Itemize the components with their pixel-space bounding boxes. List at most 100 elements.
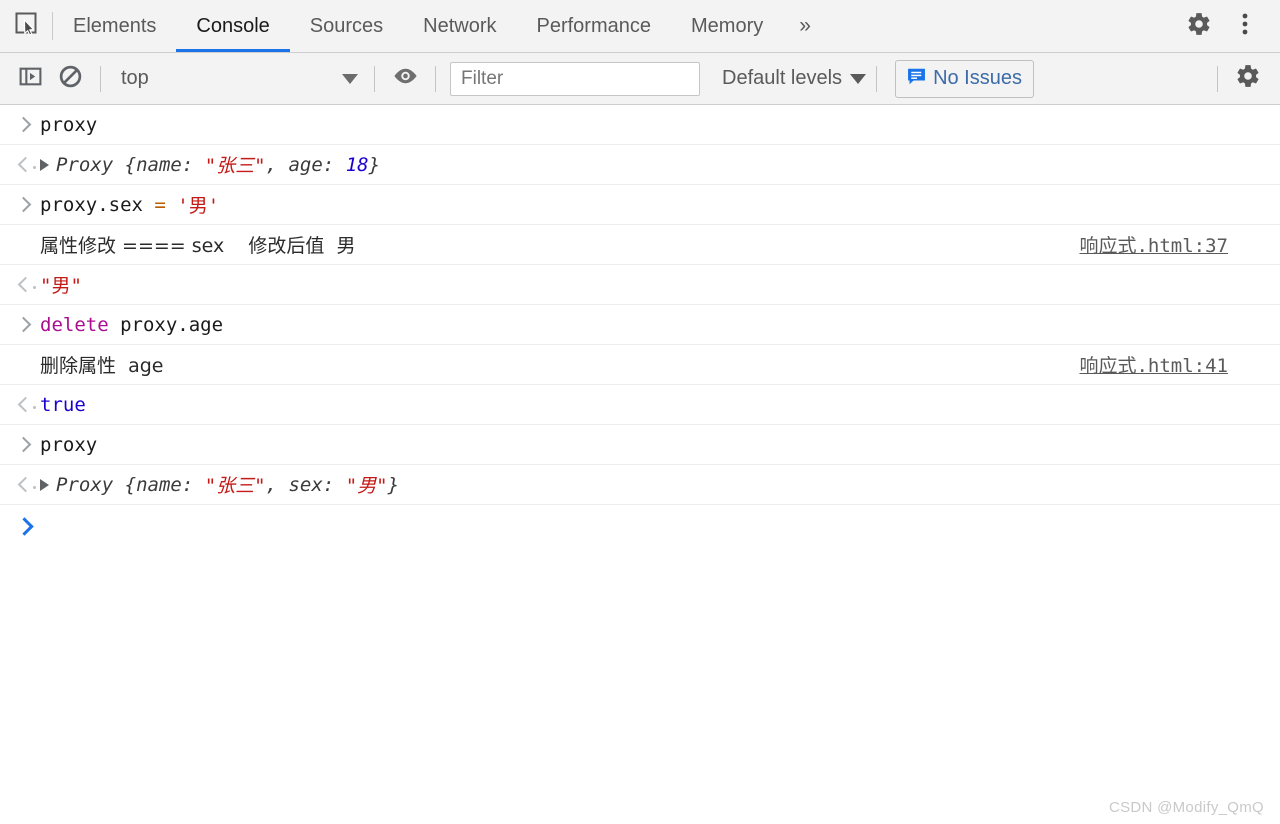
token-num: 18 — [345, 153, 369, 176]
input-arrow-icon — [14, 199, 40, 210]
tabbar-actions — [1175, 0, 1280, 52]
console-input-row[interactable]: delete proxy.age — [0, 305, 1280, 345]
log-levels-label: Default levels — [722, 67, 843, 89]
console-result-row[interactable]: Proxy {name: "张三", age: 18} — [0, 145, 1280, 185]
token-str: "男" — [345, 475, 388, 497]
token-dim: } — [368, 153, 381, 176]
devtools-settings-button[interactable] — [1176, 3, 1222, 49]
prompt-arrow-icon — [14, 520, 40, 533]
console-result-row[interactable]: Proxy {name: "张三", sex: "男"} — [0, 465, 1280, 505]
tab-memory-label: Memory — [691, 14, 764, 37]
output-arrow-icon — [14, 159, 40, 170]
kebab-menu-icon — [1234, 11, 1256, 42]
tab-console[interactable]: Console — [176, 0, 291, 52]
issues-label: No Issues — [933, 67, 1022, 89]
log-levels-dropdown[interactable]: Default levels — [722, 67, 867, 90]
toolbar-divider-4 — [876, 65, 878, 92]
toolbar-divider-1 — [100, 65, 101, 92]
token-plain: proxy — [40, 433, 98, 456]
more-tabs-chevrons-icon: » — [799, 14, 811, 37]
token-dim: , age: — [265, 153, 346, 176]
input-arrow-icon — [14, 119, 40, 130]
console-row-content: proxy — [40, 434, 1280, 456]
console-settings-button[interactable] — [1228, 59, 1268, 99]
output-arrow-icon — [14, 399, 40, 410]
toolbar-divider-5 — [1217, 65, 1218, 92]
tab-sources[interactable]: Sources — [290, 0, 403, 52]
issues-button[interactable]: No Issues — [895, 59, 1034, 98]
clear-console-icon — [58, 64, 83, 94]
panel-tabs: Elements Console Sources Network Perform… — [53, 0, 827, 52]
token-dim: Proxy — [56, 153, 125, 176]
search-input[interactable] — [459, 66, 691, 91]
toolbar-divider-3 — [435, 65, 436, 92]
disclosure-triangle-icon[interactable] — [40, 478, 49, 491]
tab-performance[interactable]: Performance — [517, 0, 672, 52]
token-str: "男" — [40, 275, 82, 297]
output-arrow-icon — [14, 279, 40, 290]
console-row-content: Proxy {name: "张三", sex: "男"} — [40, 471, 1280, 498]
console-result-row[interactable]: true — [0, 385, 1280, 425]
inspect-element-button[interactable] — [0, 0, 52, 52]
console-sidebar-icon — [18, 64, 43, 94]
chevron-down-icon — [850, 73, 867, 84]
input-arrow-icon — [14, 319, 40, 330]
disclosure-triangle-icon[interactable] — [40, 158, 49, 171]
console-input-row[interactable]: proxy — [0, 105, 1280, 145]
console-prompt-row[interactable] — [0, 505, 1280, 547]
toolbar-divider-2 — [374, 65, 375, 92]
log-text: 删除属性 age — [40, 355, 164, 377]
console-log-row[interactable]: 删除属性 age 响应式.html:41 — [0, 345, 1280, 385]
token-plain: proxy — [40, 113, 98, 136]
output-arrow-icon — [14, 479, 40, 490]
tab-memory[interactable]: Memory — [671, 0, 783, 52]
clear-console-button[interactable] — [50, 59, 90, 99]
token-plain: proxy.age — [108, 313, 224, 336]
chevron-down-icon — [342, 73, 358, 84]
issues-message-icon — [907, 67, 926, 91]
console-row-content: delete proxy.age — [40, 314, 1280, 336]
devtools-more-options-button[interactable] — [1222, 3, 1268, 49]
log-text: 属性修改 ==== sex 修改后值 男 — [40, 235, 356, 257]
input-arrow-icon — [14, 439, 40, 450]
gear-icon — [1186, 11, 1212, 42]
console-sidebar-toggle-button[interactable] — [10, 59, 50, 99]
console-row-content: "男" — [40, 271, 1280, 298]
tab-elements-label: Elements — [73, 14, 157, 37]
token-str: "张三" — [204, 155, 266, 177]
tab-performance-label: Performance — [536, 14, 652, 37]
execution-context-selector[interactable]: top — [111, 67, 364, 90]
tab-console-label: Console — [196, 14, 270, 37]
execution-context-label: top — [121, 67, 149, 89]
tab-elements[interactable]: Elements — [53, 0, 176, 52]
gear-icon — [1235, 63, 1261, 94]
console-row-content: proxy — [40, 114, 1280, 136]
tab-network[interactable]: Network — [403, 0, 516, 52]
console-row-content: Proxy {name: "张三", age: 18} — [40, 151, 1280, 178]
console-log-row[interactable]: 属性修改 ==== sex 修改后值 男 响应式.html:37 — [0, 225, 1280, 265]
console-filter-box[interactable] — [450, 61, 700, 96]
tab-sources-label: Sources — [309, 14, 384, 37]
token-bool: true — [40, 393, 86, 416]
console-input-row[interactable]: proxy.sex = '男' — [0, 185, 1280, 225]
console-input-row[interactable]: proxy — [0, 425, 1280, 465]
devtools-tabbar: Elements Console Sources Network Perform… — [0, 0, 1280, 53]
source-location-link[interactable]: 响应式.html:37 — [1079, 231, 1228, 258]
token-dim: {name: — [124, 153, 205, 176]
console-result-row[interactable]: "男" — [0, 265, 1280, 305]
token-dim: } — [387, 473, 400, 496]
tab-network-label: Network — [423, 14, 497, 37]
token-op: = — [154, 193, 178, 216]
token-str: '男' — [177, 195, 220, 217]
token-kw: delete — [40, 313, 109, 336]
source-location-link[interactable]: 响应式.html:41 — [1079, 351, 1228, 378]
token-dim: , sex: — [265, 473, 346, 496]
live-expression-button[interactable] — [385, 59, 425, 99]
console-row-content: true — [40, 394, 1280, 416]
more-tabs-button[interactable]: » — [783, 0, 827, 52]
token-dim: {name: — [124, 473, 205, 496]
console-row-content: proxy.sex = '男' — [40, 191, 1280, 218]
tabbar-spacer — [827, 0, 1175, 52]
console-message-list[interactable]: proxy Proxy {name: "张三", age: 18} proxy.se… — [0, 105, 1280, 823]
token-plain: proxy.sex — [40, 193, 155, 216]
